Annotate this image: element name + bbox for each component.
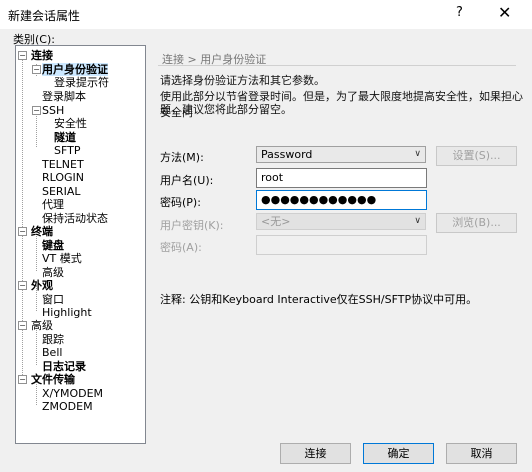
username-label: 用户名(U): bbox=[160, 174, 214, 187]
user-key-select[interactable]: <无> ∨ bbox=[256, 213, 426, 230]
tree-item-tunnel[interactable]: 隧道 bbox=[54, 131, 76, 144]
collapse-icon[interactable]: − bbox=[32, 106, 41, 115]
method-value: Password bbox=[261, 148, 313, 161]
tree-item-ssh[interactable]: SSH bbox=[42, 104, 64, 117]
username-input[interactable]: root bbox=[256, 168, 427, 188]
help-button[interactable]: ? bbox=[456, 5, 463, 20]
chevron-down-icon: ∨ bbox=[414, 149, 421, 159]
chevron-down-icon: ∨ bbox=[414, 216, 421, 226]
user-key-label: 用户密钥(K): bbox=[160, 219, 224, 232]
method-select[interactable]: Password ∨ bbox=[256, 146, 426, 163]
method-label: 方法(M): bbox=[160, 151, 204, 164]
password-label: 密码(P): bbox=[160, 196, 201, 209]
tree-item-trace[interactable]: 跟踪 bbox=[42, 333, 64, 346]
tree-item-terminal-advanced[interactable]: 高级 bbox=[42, 266, 64, 279]
description-line-1: 请选择身份验证方法和其它参数。 bbox=[160, 74, 325, 87]
tree-item-proxy[interactable]: 代理 bbox=[42, 198, 64, 211]
close-button[interactable]: ✕ bbox=[498, 3, 511, 22]
tree-item-user-auth[interactable]: 用户身份验证 bbox=[42, 63, 108, 76]
collapse-icon[interactable]: − bbox=[18, 321, 27, 330]
user-key-value: <无> bbox=[261, 215, 291, 228]
tree-item-login-prompt[interactable]: 登录提示符 bbox=[54, 76, 109, 89]
collapse-icon[interactable]: − bbox=[18, 51, 27, 60]
window-title: 新建会话属性 bbox=[8, 9, 81, 23]
ok-button[interactable]: 确定 bbox=[363, 443, 434, 464]
tree-item-advanced[interactable]: 高级 bbox=[31, 319, 53, 332]
tree-item-file-transfer[interactable]: 文件传输 bbox=[31, 373, 75, 386]
tree-item-rlogin[interactable]: RLOGIN bbox=[42, 171, 84, 184]
settings-button[interactable]: 设置(S)... bbox=[436, 146, 517, 166]
description-line-3: 题，建议您将此部分留空。 bbox=[160, 103, 292, 116]
tree-item-logging[interactable]: 日志记录 bbox=[42, 360, 86, 373]
collapse-icon[interactable]: − bbox=[18, 281, 27, 290]
tree-item-keepalive[interactable]: 保持活动状态 bbox=[42, 212, 108, 225]
tree-item-window[interactable]: 窗口 bbox=[42, 293, 64, 306]
passphrase-input[interactable] bbox=[256, 235, 427, 255]
tree-item-login-script[interactable]: 登录脚本 bbox=[42, 90, 86, 103]
browse-button[interactable]: 浏览(B)... bbox=[436, 213, 517, 233]
tree-item-vt-mode[interactable]: VT 模式 bbox=[42, 252, 82, 265]
note-text: 注释: 公钥和Keyboard Interactive仅在SSH/SFTP协议中… bbox=[160, 293, 478, 306]
passphrase-label: 密码(A): bbox=[160, 241, 202, 254]
tree-item-telnet[interactable]: TELNET bbox=[42, 158, 84, 171]
tree-item-keyboard[interactable]: 键盘 bbox=[42, 239, 64, 252]
password-input[interactable]: ●●●●●●●●●●●● bbox=[256, 190, 427, 210]
collapse-icon[interactable]: − bbox=[32, 65, 41, 74]
cancel-button[interactable]: 取消 bbox=[446, 443, 517, 464]
tree-item-highlight[interactable]: Highlight bbox=[42, 306, 92, 319]
tree-item-terminal[interactable]: 终端 bbox=[31, 225, 53, 238]
tree-item-bell[interactable]: Bell bbox=[42, 346, 62, 359]
tree-item-security[interactable]: 安全性 bbox=[54, 117, 87, 130]
collapse-icon[interactable]: − bbox=[18, 375, 27, 384]
tree-item-sftp[interactable]: SFTP bbox=[54, 144, 80, 157]
tree-item-appearance[interactable]: 外观 bbox=[31, 279, 53, 292]
connect-button[interactable]: 连接 bbox=[280, 443, 351, 464]
tree-item-zmodem[interactable]: ZMODEM bbox=[42, 400, 93, 413]
category-tree[interactable]: − − − − − − − 连接 用户身份验证 登录提示符 登录脚本 SSH 安… bbox=[15, 45, 146, 444]
tree-item-xymodem[interactable]: X/YMODEM bbox=[42, 387, 103, 400]
header-divider bbox=[158, 65, 516, 66]
tree-item-connection[interactable]: 连接 bbox=[31, 49, 53, 62]
collapse-icon[interactable]: − bbox=[18, 227, 27, 236]
tree-item-serial[interactable]: SERIAL bbox=[42, 185, 80, 198]
